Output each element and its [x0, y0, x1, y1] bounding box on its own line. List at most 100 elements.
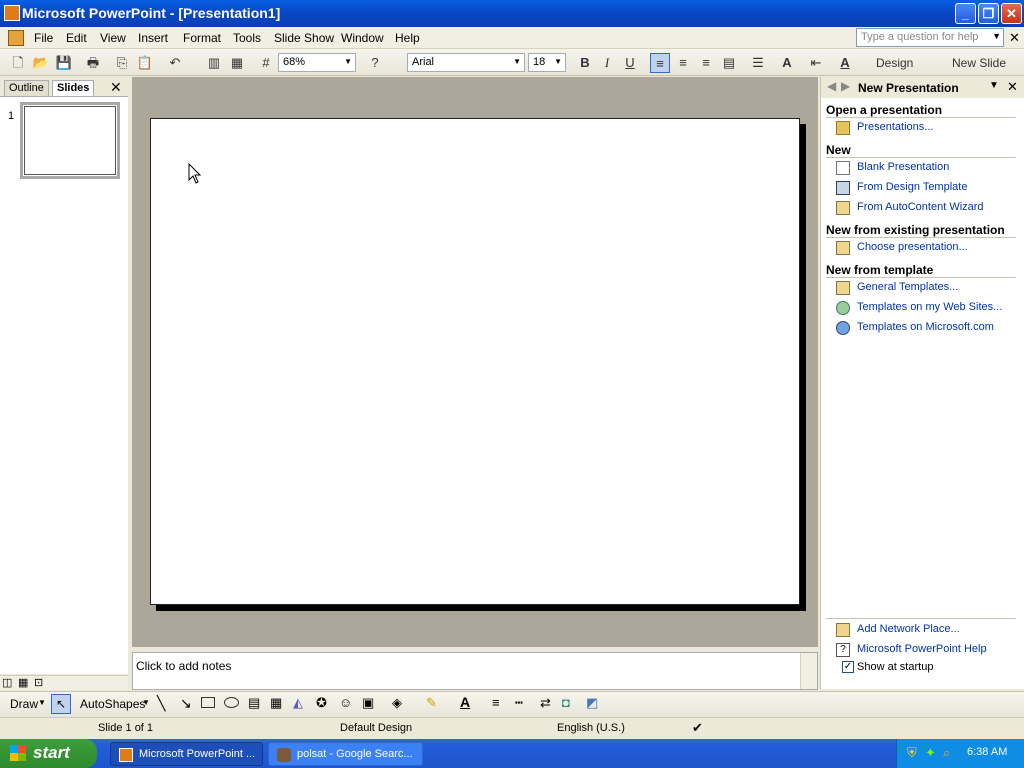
paste-icon[interactable]: 📋: [135, 53, 155, 73]
close-pane-icon[interactable]: ✕: [110, 79, 122, 96]
menu-view[interactable]: View: [100, 31, 126, 45]
clip-art-icon[interactable]: ☺: [339, 695, 352, 710]
zoom-select[interactable]: 68% ▼: [278, 53, 356, 72]
taskbar-button-browser[interactable]: polsat - Google Searc...: [268, 742, 423, 766]
link-powerpoint-help[interactable]: Microsoft PowerPoint Help: [857, 643, 987, 655]
menu-format[interactable]: Format: [183, 31, 221, 45]
menu-file[interactable]: File: [34, 31, 53, 45]
slide-sorter-icon[interactable]: ▦: [18, 676, 28, 689]
chevron-down-icon[interactable]: ▼: [989, 80, 999, 91]
spelling-icon[interactable]: ✔: [692, 720, 703, 736]
tab-outline[interactable]: Outline: [4, 80, 49, 96]
undo-icon[interactable]: ↶: [165, 53, 185, 73]
indent-icon[interactable]: ⇤: [806, 53, 826, 73]
close-task-pane-icon[interactable]: ✕: [1007, 79, 1018, 95]
arrow-icon[interactable]: ↘: [180, 695, 192, 712]
link-add-network-place[interactable]: Add Network Place...: [857, 623, 960, 635]
slide-show-icon[interactable]: ⊡: [34, 676, 43, 689]
arrow-style-icon[interactable]: ⇄: [540, 695, 551, 711]
columns-icon[interactable]: ▤: [719, 53, 739, 73]
line-style-icon[interactable]: ≡: [492, 695, 500, 710]
link-microsoft-templates[interactable]: Templates on Microsoft.com: [857, 321, 994, 333]
new-icon[interactable]: 🗋: [8, 53, 28, 73]
menu-tools[interactable]: Tools: [233, 31, 261, 45]
menu-help[interactable]: Help: [395, 31, 420, 45]
org-chart-icon[interactable]: ✪: [316, 695, 327, 711]
rectangle-icon[interactable]: [201, 697, 215, 708]
taskbar-button-powerpoint[interactable]: Microsoft PowerPoint ...: [110, 742, 263, 766]
fill-color-icon[interactable]: ◈: [392, 695, 402, 711]
bullets-icon[interactable]: ☰: [748, 53, 768, 73]
help-search-input[interactable]: Type a question for help ▼: [856, 28, 1004, 47]
font-color-icon[interactable]: A: [460, 694, 470, 710]
link-web-templates[interactable]: Templates on my Web Sites...: [857, 301, 1002, 313]
back-arrow-icon[interactable]: ◀: [827, 79, 836, 93]
print-icon[interactable]: 🖶: [83, 53, 103, 73]
slide[interactable]: [150, 118, 800, 605]
notes-scrollbar[interactable]: [800, 653, 817, 689]
wordart-icon[interactable]: ▦: [270, 695, 282, 711]
link-general-templates[interactable]: General Templates...: [857, 281, 958, 293]
minimize-button[interactable]: _: [955, 3, 976, 24]
font-color-icon[interactable]: A: [835, 53, 855, 73]
powerpoint-app-icon[interactable]: [4, 5, 20, 21]
underline-button[interactable]: U: [620, 53, 640, 73]
autoshapes-menu[interactable]: AutoShapes: [80, 697, 145, 711]
insert-table-icon[interactable]: ▦: [227, 53, 247, 73]
network-icon[interactable]: ✦: [925, 745, 936, 761]
diagram-icon[interactable]: ◭: [293, 695, 303, 711]
oval-icon[interactable]: [224, 697, 239, 708]
search-icon[interactable]: ⌕: [943, 745, 950, 761]
document-icon[interactable]: [8, 30, 24, 46]
chevron-down-icon[interactable]: ▼: [142, 698, 150, 707]
design-button[interactable]: Design: [876, 53, 930, 73]
link-presentations[interactable]: Presentations...: [857, 121, 933, 133]
close-document-icon[interactable]: ✕: [1009, 30, 1020, 46]
menu-window[interactable]: Window: [341, 31, 384, 45]
normal-view-icon[interactable]: ◫: [2, 676, 12, 689]
forward-arrow-icon[interactable]: ▶: [841, 79, 850, 93]
line-icon[interactable]: ╲: [157, 695, 165, 712]
dash-style-icon[interactable]: ┅: [515, 695, 523, 711]
font-size-select[interactable]: 18 ▼: [528, 53, 566, 72]
start-button[interactable]: start: [0, 739, 97, 768]
copy-icon[interactable]: ⎘: [112, 53, 132, 73]
align-center-icon[interactable]: ≡: [673, 53, 693, 73]
menu-slide-show[interactable]: Slide Show: [274, 31, 334, 45]
link-choose-presentation[interactable]: Choose presentation...: [857, 241, 968, 253]
align-left-icon[interactable]: ≡: [650, 53, 670, 73]
shadow-icon[interactable]: ◘: [562, 695, 570, 710]
align-right-icon[interactable]: ≡: [696, 53, 716, 73]
font-select[interactable]: Arial ▼: [407, 53, 525, 72]
show-at-startup-checkbox[interactable]: ✓: [842, 661, 854, 673]
maximize-button[interactable]: ❐: [978, 3, 999, 24]
select-arrow-icon[interactable]: ↖: [51, 694, 71, 714]
title-bar[interactable]: Microsoft PowerPoint - [Presentation1] _…: [0, 0, 1024, 27]
line-color-icon[interactable]: ✎: [426, 695, 437, 711]
picture-icon[interactable]: ▣: [362, 695, 374, 711]
save-icon[interactable]: 💾: [54, 53, 74, 73]
bold-button[interactable]: B: [575, 53, 595, 73]
grid-icon[interactable]: #: [256, 53, 276, 73]
link-blank-presentation[interactable]: Blank Presentation: [857, 161, 949, 173]
open-icon[interactable]: 📂: [31, 53, 51, 73]
new-slide-button[interactable]: New Slide: [952, 53, 1012, 73]
chevron-down-icon[interactable]: ▼: [38, 698, 46, 707]
draw-menu[interactable]: Draw: [10, 697, 38, 711]
link-autocontent-wizard[interactable]: From AutoContent Wizard: [857, 201, 984, 213]
security-shield-icon[interactable]: ⛨: [907, 745, 917, 761]
font-grow-icon[interactable]: A: [777, 53, 797, 73]
tab-slides[interactable]: Slides: [52, 80, 95, 96]
close-button[interactable]: ✕: [1001, 3, 1022, 24]
3d-icon[interactable]: ◩: [586, 695, 598, 711]
italic-button[interactable]: I: [597, 53, 617, 73]
notes-area[interactable]: Click to add notes: [132, 652, 818, 690]
menu-insert[interactable]: Insert: [138, 31, 168, 45]
menu-edit[interactable]: Edit: [66, 31, 87, 45]
slide-list[interactable]: [0, 96, 128, 674]
help-icon[interactable]: ?: [365, 53, 385, 73]
link-from-design-template[interactable]: From Design Template: [857, 181, 967, 193]
insert-chart-icon[interactable]: ▥: [204, 53, 224, 73]
chevron-down-icon[interactable]: ▼: [992, 31, 1001, 41]
textbox-icon[interactable]: ▤: [248, 695, 260, 711]
